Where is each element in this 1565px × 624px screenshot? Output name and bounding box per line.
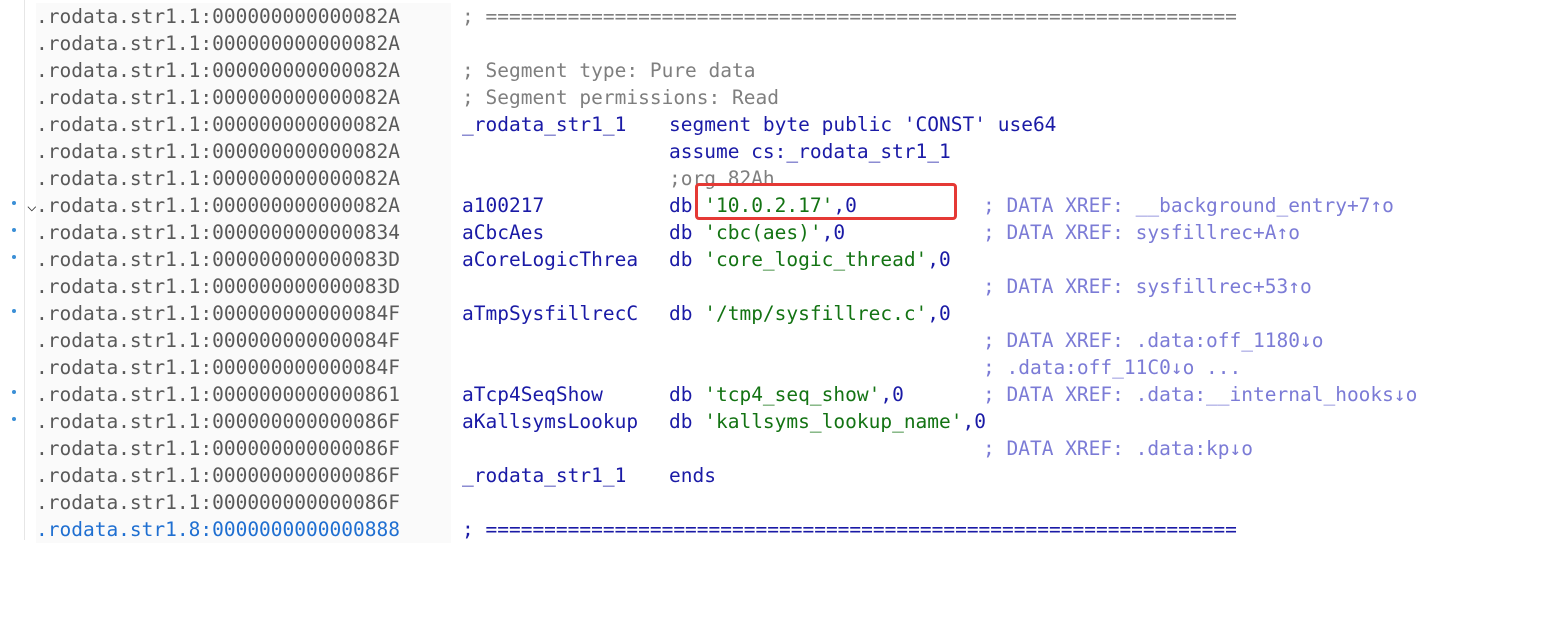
listing-line[interactable]: .rodata.str1.1:0000000000000834 aCbcAes …	[0, 219, 1565, 246]
address: .rodata.str1.1:000000000000082A	[36, 84, 451, 111]
address: .rodata.str1.1:000000000000082A	[36, 30, 451, 57]
listing-line[interactable]: .rodata.str1.1:000000000000082A	[0, 30, 1565, 57]
address: .rodata.str1.1:000000000000082A	[36, 165, 451, 192]
string-literal: 'kallsyms_lookup_name'	[704, 410, 963, 433]
string-terminator: ,0	[833, 194, 857, 217]
string-literal: 'tcp4_seq_show'	[704, 383, 881, 406]
listing-line[interactable]: .rodata.str1.1:000000000000082A ; Segmen…	[0, 84, 1565, 111]
string-literal: 'core_logic_thread'	[704, 248, 928, 271]
listing-line[interactable]: .rodata.str1.1:000000000000082A assume c…	[0, 138, 1565, 165]
string-literal: '/tmp/sysfillrec.c'	[704, 302, 928, 325]
listing-line[interactable]: .rodata.str1.1:000000000000086F aKallsym…	[0, 408, 1565, 435]
listing-line[interactable]: .rodata.str1.1:000000000000083D ; DATA X…	[0, 273, 1565, 300]
xref-dot-icon	[12, 390, 16, 394]
address: .rodata.str1.1:000000000000083D	[36, 246, 451, 273]
address: .rodata.str1.1:000000000000082A	[36, 3, 451, 30]
string-literal: 'cbc(aes)'	[704, 221, 822, 244]
listing-line[interactable]: .rodata.str1.1:0000000000000861 aTcp4Seq…	[0, 381, 1565, 408]
address: .rodata.str1.1:000000000000083D	[36, 273, 451, 300]
address: .rodata.str1.1:000000000000084F	[36, 300, 451, 327]
listing-line[interactable]: .rodata.str1.8:0000000000000888 ; ======…	[0, 516, 1565, 543]
string-terminator: ,0	[962, 410, 986, 433]
xref-dot-icon	[12, 309, 16, 313]
db-directive: db	[669, 410, 693, 433]
segment-type-comment: ; Segment type: Pure data	[462, 59, 756, 82]
address: .rodata.str1.1:000000000000082A	[36, 192, 451, 219]
listing-line[interactable]: .rodata.str1.1:000000000000083D aCoreLog…	[0, 246, 1565, 273]
xref-comment[interactable]: ; DATA XREF: __background_entry+7↑o	[983, 194, 1394, 217]
string-label[interactable]: aTcp4SeqShow	[462, 383, 603, 406]
address: .rodata.str1.1:000000000000086F	[36, 408, 451, 435]
xref-dot-icon	[12, 201, 16, 205]
string-label[interactable]: aCoreLogicThrea	[462, 248, 638, 271]
address: .rodata.str1.1:000000000000086F	[36, 435, 451, 462]
address: .rodata.str1.1:000000000000084F	[36, 354, 451, 381]
xref-dot-icon	[12, 228, 16, 232]
disassembly-listing[interactable]: .rodata.str1.1:000000000000082A ; ======…	[0, 0, 1565, 543]
listing-line[interactable]: .rodata.str1.1:000000000000082A _rodata_…	[0, 111, 1565, 138]
listing-line[interactable]: .rodata.str1.1:000000000000084F ; DATA X…	[0, 327, 1565, 354]
listing-line[interactable]: .rodata.str1.1:000000000000084F ; .data:…	[0, 354, 1565, 381]
string-literal: '10.0.2.17'	[704, 194, 834, 217]
ends-directive: ends	[669, 464, 716, 487]
xref-comment[interactable]: ; DATA XREF: .data:off_1180↓o	[983, 329, 1323, 352]
segment-directive: segment byte public 'CONST' use64	[669, 113, 1057, 136]
db-directive: db	[669, 383, 693, 406]
listing-line[interactable]: .rodata.str1.1:000000000000084F aTmpSysf…	[0, 300, 1565, 327]
string-label[interactable]: aCbcAes	[462, 221, 544, 244]
segment-permissions-comment: ; Segment permissions: Read	[462, 86, 779, 109]
xref-dot-icon	[12, 417, 16, 421]
xref-comment[interactable]: ; .data:off_11C0↓o ...	[983, 356, 1241, 379]
org-comment: ;org 82Ah	[669, 167, 775, 190]
string-label[interactable]: aTmpSysfillrecC	[462, 302, 638, 325]
string-label[interactable]: a100217	[462, 194, 544, 217]
listing-line[interactable]: ⌵ .rodata.str1.1:000000000000082A a10021…	[0, 192, 1565, 219]
address: .rodata.str1.8:0000000000000888	[36, 516, 451, 543]
xref-comment[interactable]: ; DATA XREF: .data:kp↓o	[983, 437, 1253, 460]
address: .rodata.str1.1:0000000000000861	[36, 381, 451, 408]
string-terminator: ,0	[880, 383, 904, 406]
address: .rodata.str1.1:000000000000082A	[36, 138, 451, 165]
listing-line[interactable]: .rodata.str1.1:000000000000086F	[0, 489, 1565, 516]
address: .rodata.str1.1:000000000000082A	[36, 57, 451, 84]
segment-label[interactable]: _rodata_str1_1	[462, 113, 626, 136]
address: .rodata.str1.1:000000000000086F	[36, 462, 451, 489]
address: .rodata.str1.1:000000000000086F	[36, 489, 451, 516]
db-directive: db	[669, 302, 693, 325]
listing-line[interactable]: .rodata.str1.1:000000000000082A ; ======…	[0, 3, 1565, 30]
listing-line[interactable]: .rodata.str1.1:000000000000082A ; Segmen…	[0, 57, 1565, 84]
xref-comment[interactable]: ; DATA XREF: sysfillrec+53↑o	[983, 275, 1312, 298]
listing-line[interactable]: .rodata.str1.1:000000000000082A ;org 82A…	[0, 165, 1565, 192]
db-directive: db	[669, 194, 693, 217]
listing-line[interactable]: .rodata.str1.1:000000000000086F ; DATA X…	[0, 435, 1565, 462]
segment-label[interactable]: _rodata_str1_1	[462, 464, 626, 487]
string-terminator: ,0	[821, 221, 846, 244]
listing-line[interactable]: .rodata.str1.1:000000000000086F _rodata_…	[0, 462, 1565, 489]
address: .rodata.str1.1:0000000000000834	[36, 219, 451, 246]
xref-comment[interactable]: ; DATA XREF: .data:__internal_hooks↓o	[983, 383, 1417, 406]
db-directive: db	[669, 221, 693, 244]
separator-comment: ; ======================================…	[462, 518, 1237, 541]
separator-comment: ; ======================================…	[462, 5, 1237, 28]
string-label[interactable]: aKallsymsLookup	[462, 410, 638, 433]
address: .rodata.str1.1:000000000000084F	[36, 327, 451, 354]
assume-directive: assume cs:_rodata_str1_1	[669, 140, 951, 163]
string-terminator: ,0	[927, 302, 951, 325]
address: .rodata.str1.1:000000000000082A	[36, 111, 451, 138]
xref-comment[interactable]: ; DATA XREF: sysfillrec+A↑o	[983, 221, 1300, 244]
db-directive: db	[669, 248, 693, 271]
string-terminator: ,0	[927, 248, 951, 271]
xref-dot-icon	[12, 255, 16, 259]
